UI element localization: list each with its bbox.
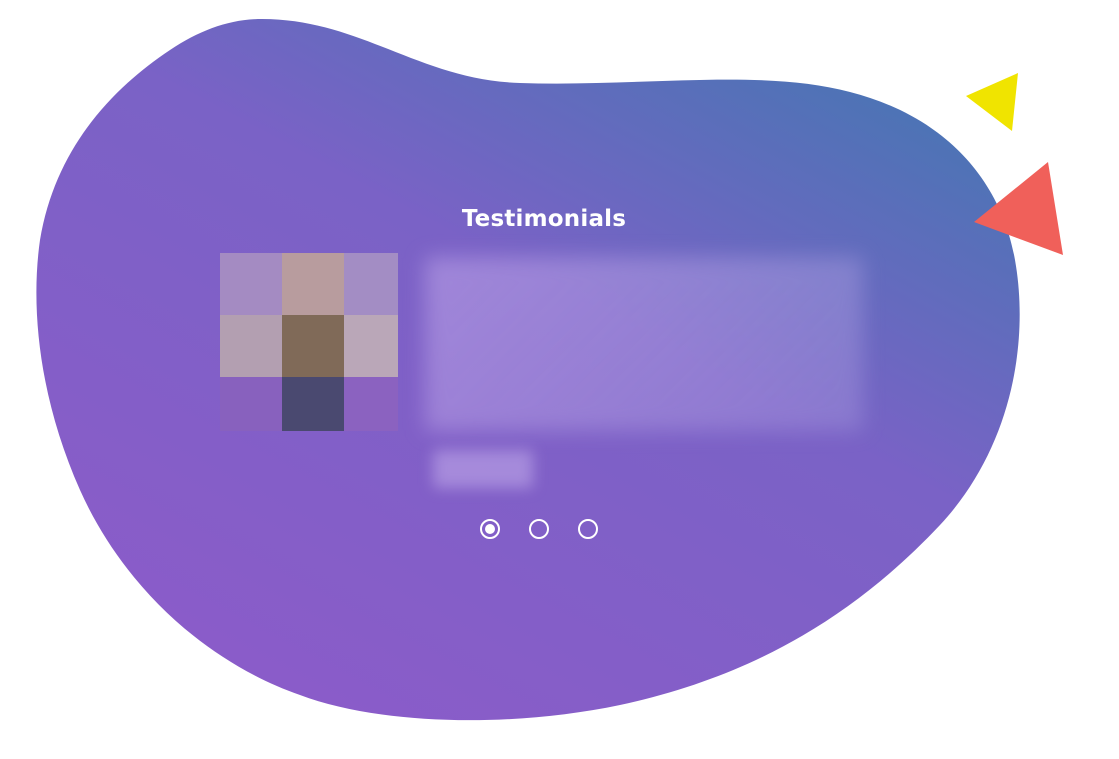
avatar-pixel	[220, 377, 282, 431]
carousel-pagination	[480, 519, 598, 539]
avatar-pixel	[282, 377, 344, 431]
avatar-pixel	[220, 315, 282, 377]
testimonial-quote-text	[425, 257, 863, 431]
carousel-dot-3[interactable]	[578, 519, 598, 539]
avatar-pixel	[220, 253, 282, 315]
carousel-dot-1[interactable]	[480, 519, 500, 539]
avatar-pixel	[344, 253, 398, 315]
section-title: Testimonials	[461, 206, 627, 232]
carousel-dot-2[interactable]	[529, 519, 549, 539]
avatar	[220, 253, 398, 431]
testimonial-author	[433, 450, 533, 488]
avatar-pixel	[282, 253, 344, 315]
testimonials-section: Testimonials	[0, 0, 1119, 759]
avatar-pixel	[344, 377, 398, 431]
avatar-pixel	[344, 315, 398, 377]
avatar-pixel	[282, 315, 344, 377]
yellow-triangle-icon	[966, 73, 1018, 131]
